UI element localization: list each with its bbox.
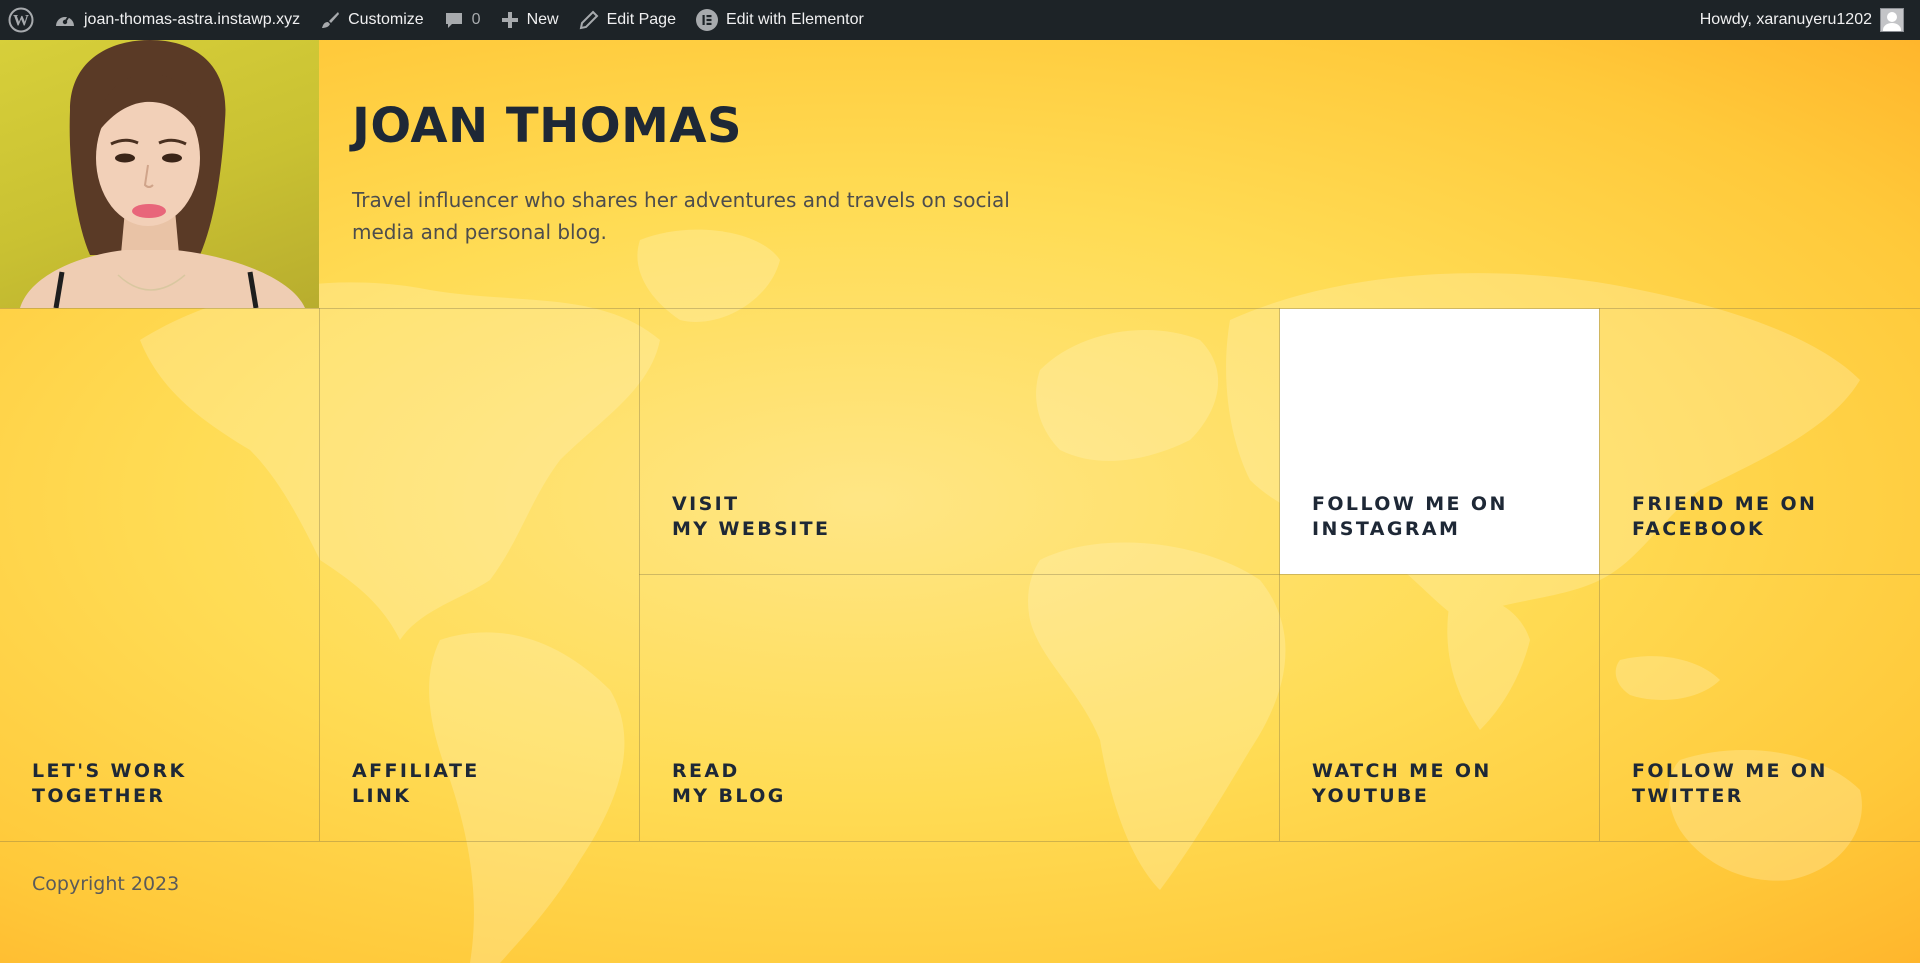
comments-count: 0 [471,11,481,28]
customize-label: Customize [348,11,424,28]
profile-photo [0,40,319,308]
facebook-link[interactable]: FRIEND ME ON FACEBOOK [1600,309,1920,574]
my-account-menu[interactable]: Howdy, xaranuyeru1202 [1690,0,1920,40]
elementor-icon [695,9,718,31]
tile-label: LET'S WORK TOGETHER [32,759,187,809]
tile-label-line: FOLLOW ME ON [1632,760,1828,782]
tile-label: VISIT MY WEBSITE [672,492,830,542]
work-together-link[interactable]: LET'S WORK TOGETHER [0,309,319,841]
tile-label-line: WATCH ME ON [1312,760,1492,782]
dashboard-gauge-icon [54,10,76,30]
tile-label: READ MY BLOG [672,759,786,809]
tile-label-line: AFFILIATE [352,760,480,782]
tile-label: FOLLOW ME ON INSTAGRAM [1312,492,1508,542]
site-name-menu[interactable]: joan-thomas-astra.instawp.xyz [44,0,310,40]
user-avatar-icon [1880,8,1904,32]
edit-elementor-label: Edit with Elementor [725,11,864,28]
read-blog-link[interactable]: READ MY BLOG [640,575,1279,841]
instagram-link[interactable]: FOLLOW ME ON INSTAGRAM [1280,309,1599,574]
tile-label: FRIEND ME ON FACEBOOK [1632,492,1817,542]
site-name-label: joan-thomas-astra.instawp.xyz [84,11,301,28]
edit-with-elementor-link[interactable]: Edit with Elementor [686,0,874,40]
tile-label-line: LINK [352,785,412,807]
admin-bar: W joan-thomas-astra.instawp.xyz Customiz… [0,0,1920,40]
tile-label-line: FOLLOW ME ON [1312,493,1508,515]
tile-label-line: TWITTER [1632,785,1744,807]
edit-page-label: Edit Page [606,11,676,28]
tile-label-line: READ [672,760,740,782]
new-content-menu[interactable]: New [491,0,569,40]
tile-label-line: VISIT [672,493,740,515]
comment-bubble-icon [444,10,464,30]
edit-page-link[interactable]: Edit Page [569,0,686,40]
svg-text:W: W [13,13,29,30]
tile-label-line: MY WEBSITE [672,518,831,540]
plus-icon [501,11,519,29]
page-canvas: JOAN THOMAS Travel influencer who shares… [0,40,1920,963]
tile-label: FOLLOW ME ON TWITTER [1632,759,1828,809]
grid-divider [0,841,1920,842]
visit-website-link[interactable]: VISIT MY WEBSITE [640,309,1279,574]
youtube-link[interactable]: WATCH ME ON YOUTUBE [1280,575,1599,841]
tile-label-line: FACEBOOK [1632,518,1766,540]
tile-label-line: INSTAGRAM [1312,518,1461,540]
tile-label: WATCH ME ON YOUTUBE [1312,759,1492,809]
affiliate-link[interactable]: AFFILIATE LINK [320,309,639,841]
wordpress-logo-menu[interactable]: W [0,0,44,40]
tile-label-line: LET'S WORK [32,760,187,782]
howdy-label: Howdy, xaranuyeru1202 [1699,11,1872,28]
tile-label: AFFILIATE LINK [352,759,480,809]
tile-label-line: MY BLOG [672,785,786,807]
copyright-text: Copyright 2023 [32,873,180,895]
site-tagline: Travel influencer who shares her adventu… [352,188,1010,244]
tile-label-line: TOGETHER [32,785,166,807]
twitter-link[interactable]: FOLLOW ME ON TWITTER [1600,575,1920,841]
customize-link[interactable]: Customize [310,0,434,40]
tile-label-line: YOUTUBE [1312,785,1430,807]
wordpress-icon: W [8,7,34,33]
paintbrush-icon [320,10,340,30]
pencil-icon [579,10,599,30]
tile-label-line: FRIEND ME ON [1632,493,1818,515]
site-title: JOAN THOMAS [352,98,743,154]
new-label: New [526,11,559,28]
comments-link[interactable]: 0 [434,0,491,40]
